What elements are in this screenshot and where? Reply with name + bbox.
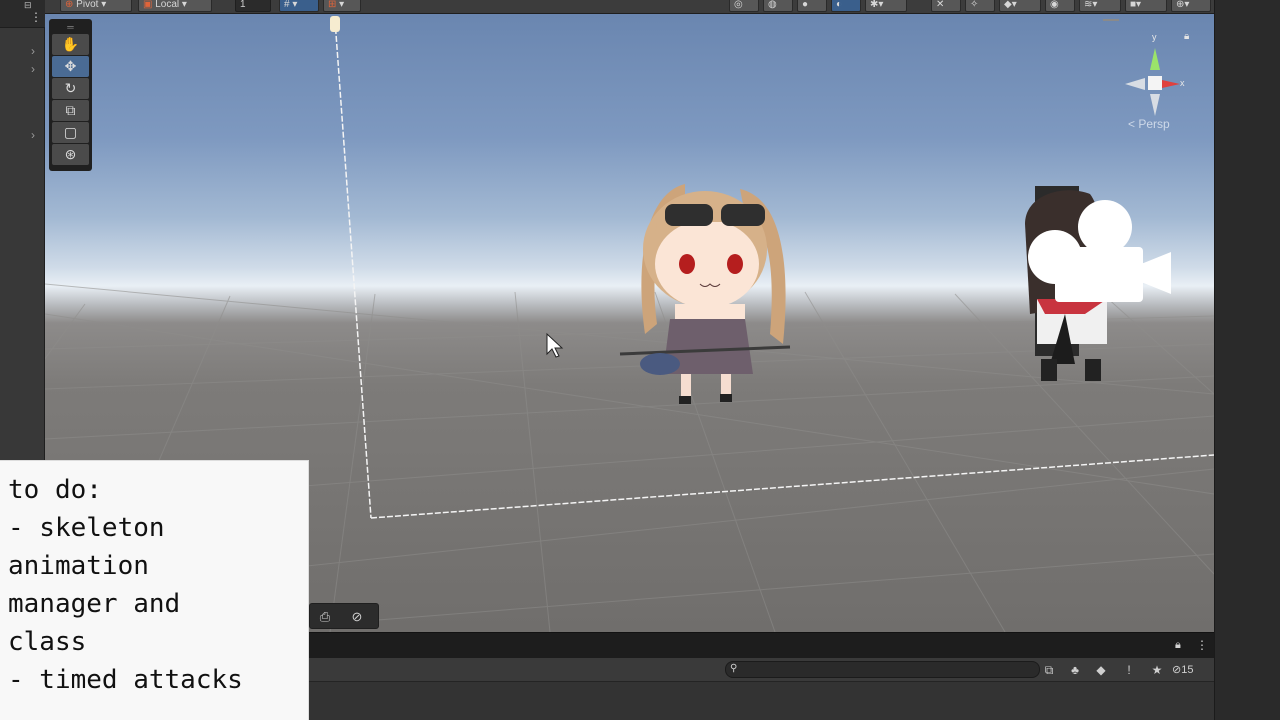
- camera-line-handle: [330, 16, 340, 32]
- rect-icon: ▢: [63, 124, 78, 140]
- note-line: class: [8, 627, 87, 657]
- favorite-star-icon[interactable]: ★: [1148, 661, 1166, 679]
- layers-icon: ◆: [1004, 0, 1012, 10]
- y-axis-label: y: [1152, 32, 1157, 42]
- hand-tool-button[interactable]: ✋: [52, 34, 89, 55]
- scale-icon: ⧉: [65, 102, 76, 118]
- local-dropdown[interactable]: ▣ Local ▾: [138, 0, 212, 12]
- x-axis-cone: [1162, 80, 1180, 88]
- kebab-menu-icon[interactable]: ⋮: [30, 10, 42, 24]
- debug-button[interactable]: ✱▾: [865, 0, 907, 12]
- move-arrows-icon: ✥: [64, 58, 77, 74]
- chevron-down-icon: ▾: [181, 0, 187, 10]
- chevron-down-icon: ▾: [1184, 0, 1190, 10]
- note-line: - skeleton: [8, 513, 165, 543]
- hand-icon: ✋: [61, 36, 80, 52]
- chevron-down-icon: ▾: [339, 0, 345, 10]
- mouse-cursor: [546, 332, 564, 358]
- eye-slash-icon: ⊘: [1172, 664, 1182, 676]
- move-tool-button[interactable]: ✥: [52, 56, 89, 77]
- effects-button[interactable]: ✧: [965, 0, 995, 12]
- warning-icon[interactable]: !: [1120, 661, 1138, 679]
- note-line: - timed attacks: [8, 665, 243, 695]
- hierarchy-header: ⊟ ⋮: [0, 0, 45, 28]
- shading-wire-button[interactable]: ◍: [763, 0, 793, 12]
- hierarchy-panel: ⊟ ⋮ › › ›: [0, 0, 45, 460]
- hidden-count-value: 15: [1181, 664, 1194, 676]
- grid-snap-button[interactable]: # ▾: [279, 0, 319, 12]
- globe-icon: ◎: [734, 0, 743, 10]
- audio-button[interactable]: ✕: [931, 0, 961, 12]
- tools-palette: ═ ✋ ✥ ↻ ⧉ ▢ ⊛: [49, 19, 92, 171]
- note-line: to do:: [8, 475, 102, 505]
- lighting-button[interactable]: ◐: [831, 0, 861, 12]
- grid-size-field[interactable]: 1: [235, 0, 271, 12]
- snap-increment-button[interactable]: ⊞ ▾: [323, 0, 361, 12]
- half-moon-icon: ◐: [836, 0, 843, 10]
- scene-toolbar: ⊕ Pivot ▾ ▣ Local ▾ 1 # ▾ ⊞ ▾ ◎ ◍ ● ◐ ✱▾…: [45, 0, 1214, 14]
- pivot-dropdown[interactable]: ⊕ Pivot ▾: [60, 0, 132, 12]
- sphere-icon: ●: [802, 0, 809, 10]
- label-tag-icon[interactable]: ◆: [1092, 661, 1110, 679]
- overlay-toolbar: ⎙ ⊘: [309, 603, 379, 629]
- rotate-icon: ↻: [64, 80, 77, 96]
- local-label: Local: [155, 0, 180, 10]
- eye-icon: ◉: [1050, 0, 1059, 10]
- no-entry-icon[interactable]: ⊘: [346, 608, 368, 626]
- mute-icon: ✕: [936, 0, 945, 10]
- camera-overlay-icon[interactable]: ⎙: [314, 608, 336, 626]
- draw-mode-button[interactable]: ◎: [729, 0, 759, 12]
- unity-editor: ⊟ ⋮ › › › ⊕ Pivot ▾ ▣ Local ▾ 1 # ▾ ⊞ ▾ …: [0, 0, 1280, 720]
- chevron-down-icon: ▾: [292, 0, 298, 10]
- lock-icon[interactable]: 🔒︎: [1175, 639, 1181, 652]
- visibility-button[interactable]: ◉: [1045, 0, 1075, 12]
- transform-icon: ⊛: [64, 146, 77, 162]
- pivot-icon: ⊕: [65, 0, 74, 10]
- todo-note-overlay: to do: - skeleton animation manager and …: [0, 460, 309, 720]
- pivot-label: Pivot: [76, 0, 99, 10]
- note-line: animation: [8, 551, 149, 581]
- wireframe-sphere-icon: ◍: [768, 0, 777, 10]
- grid-snap-icon: #: [284, 0, 290, 10]
- chevron-down-icon: ▾: [101, 0, 107, 10]
- snap-icon: ⊞: [328, 0, 337, 10]
- asset-store-icon[interactable]: ⧉: [1040, 661, 1058, 679]
- palette-grip[interactable]: ═: [52, 22, 89, 34]
- chevron-down-icon: ▾: [878, 0, 884, 10]
- expand-chevron-icon[interactable]: ›: [31, 128, 35, 142]
- scale-tool-button[interactable]: ⧉: [52, 100, 89, 121]
- kebab-menu-icon[interactable]: ⋮: [1196, 638, 1208, 652]
- transform-tool-button[interactable]: ⊛: [52, 144, 89, 165]
- local-space-icon: ▣: [143, 0, 153, 10]
- rotate-tool-button[interactable]: ↻: [52, 78, 89, 99]
- chevron-down-icon: ▾: [1092, 0, 1098, 10]
- maximize-dash-icon[interactable]: [1103, 19, 1119, 21]
- shading-shaded-button[interactable]: ●: [797, 0, 827, 12]
- search-field[interactable]: ⚲: [725, 661, 1040, 678]
- character-blonde[interactable]: [619, 184, 791, 404]
- layers-dropdown[interactable]: ◆▾: [999, 0, 1041, 12]
- layer-visibility-dropdown[interactable]: ≋▾: [1079, 0, 1121, 12]
- chevron-down-icon: ▾: [1011, 0, 1017, 10]
- search-input[interactable]: [744, 663, 1034, 676]
- effects-icon: ✧: [970, 0, 979, 10]
- chevron-down-icon: ▾: [1136, 0, 1142, 10]
- rect-tool-button[interactable]: ▢: [52, 122, 89, 143]
- hidden-packages-count[interactable]: ⊘15: [1172, 661, 1193, 679]
- search-icon: ⚲: [730, 663, 738, 674]
- y-axis-cone: [1150, 48, 1160, 70]
- gizmo-lock-icon[interactable]: 🔒︎: [1184, 31, 1189, 42]
- gizmos-dropdown[interactable]: ⊕▾: [1171, 0, 1211, 12]
- camera-settings-dropdown[interactable]: ■▾: [1125, 0, 1167, 12]
- inspector-panel: [1214, 0, 1280, 720]
- expand-chevron-icon[interactable]: ›: [31, 44, 35, 58]
- note-line: manager and: [8, 589, 181, 619]
- x-axis-label: x: [1180, 78, 1185, 88]
- expand-chevron-icon[interactable]: ›: [31, 62, 35, 76]
- filter-type-icon[interactable]: ♣: [1066, 661, 1084, 679]
- perspective-label[interactable]: < Persp: [1128, 117, 1170, 131]
